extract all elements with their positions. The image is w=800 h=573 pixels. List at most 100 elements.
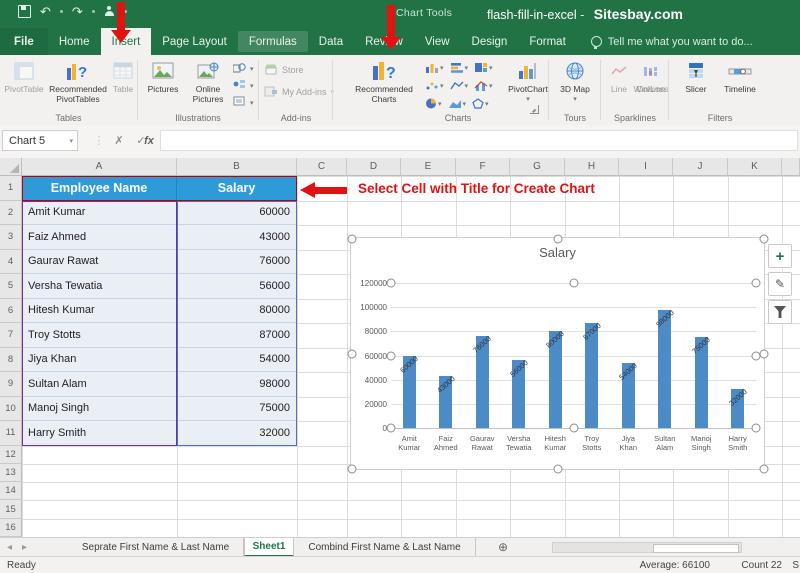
row-header-8[interactable]: 8 [0, 348, 22, 373]
cell-b11[interactable]: 32000 [177, 421, 297, 446]
winloss-button[interactable]: Win/Loss [636, 59, 666, 95]
select-all-corner[interactable] [0, 158, 22, 176]
column-header-E[interactable]: E [401, 158, 456, 176]
recommended-charts-button[interactable]: ? Recommended Charts [352, 59, 416, 104]
insert-scatter-chart-button[interactable]: ▾ [425, 80, 444, 91]
column-header-J[interactable]: J [673, 158, 728, 176]
cell-a5[interactable]: Versha Tewatia [22, 274, 177, 299]
row-header-11[interactable]: 11 [0, 421, 22, 446]
3d-map-button[interactable]: 3D Map ▾ [558, 59, 592, 104]
column-header-D[interactable]: D [347, 158, 401, 176]
chart-title[interactable]: Salary [351, 245, 764, 260]
chart-selection-handle[interactable] [387, 279, 396, 288]
chart-styles-button[interactable]: ✎ [768, 272, 792, 296]
salary-chart[interactable]: Salary0200004000060000800001000001200006… [350, 237, 765, 470]
chart-selection-handle[interactable] [760, 465, 769, 474]
chart-selection-handle[interactable] [554, 235, 563, 244]
cancel-icon[interactable]: ✗ [108, 130, 130, 151]
online-pictures-button[interactable]: Online Pictures [185, 59, 231, 104]
cell-b5[interactable]: 56000 [177, 274, 297, 299]
name-box-dropdown-icon[interactable]: ▾ [69, 137, 73, 145]
chart-selection-handle[interactable] [554, 465, 563, 474]
chart-filters-button[interactable] [768, 300, 792, 324]
chart-selection-handle[interactable] [387, 424, 396, 433]
ribbon-tab-home[interactable]: Home [48, 28, 101, 55]
next-sheet-icon[interactable]: ▸ [22, 542, 27, 553]
ribbon-tab-data[interactable]: Data [308, 28, 354, 55]
cell-b4[interactable]: 76000 [177, 250, 297, 275]
insert-line-chart-button[interactable]: ▾ [450, 80, 469, 91]
chart-selection-handle[interactable] [569, 424, 578, 433]
ribbon-tab-format[interactable]: Format [518, 28, 576, 55]
column-header-H[interactable]: H [565, 158, 619, 176]
row-header-4[interactable]: 4 [0, 250, 22, 275]
column-header-C[interactable]: C [297, 158, 347, 176]
slicer-button[interactable]: Slicer [678, 59, 714, 95]
pivotchart-button[interactable]: PivotChart ▾ [510, 59, 546, 104]
chart-selection-handle[interactable] [348, 350, 357, 359]
row-header-16[interactable]: 16 [0, 519, 22, 537]
cell-a3[interactable]: Faiz Ahmed [22, 225, 177, 250]
column-header-G[interactable]: G [510, 158, 565, 176]
undo-icon[interactable]: ↶ [40, 5, 51, 18]
redo-dropdown-icon[interactable] [92, 10, 95, 13]
cell-b3[interactable]: 43000 [177, 225, 297, 250]
insert-pie-chart-button[interactable]: ▾ [425, 98, 442, 109]
insert-bar-chart-button[interactable]: ▾ [450, 62, 469, 73]
row-header-7[interactable]: 7 [0, 323, 22, 348]
insert-area-chart-button[interactable]: ▾ [448, 98, 467, 109]
row-header-1[interactable]: 1 [0, 176, 22, 201]
row-header-15[interactable]: 15 [0, 500, 22, 518]
pivottable-button[interactable]: PivotTable [3, 59, 45, 95]
row-header-2[interactable]: 2 [0, 201, 22, 226]
formula-input[interactable] [160, 130, 798, 151]
sheet-tab-separate[interactable]: Seprate First Name & Last Name [68, 538, 244, 557]
row-header-10[interactable]: 10 [0, 397, 22, 422]
column-header-K[interactable]: K [728, 158, 782, 176]
person-icon[interactable] [104, 6, 115, 17]
ribbon-tab-formulas[interactable]: Formulas [238, 31, 308, 52]
cell-b7[interactable]: 87000 [177, 323, 297, 348]
insert-hierarchy-chart-button[interactable]: ▾ [474, 62, 493, 73]
column-header-partial[interactable] [782, 158, 800, 176]
undo-dropdown-icon[interactable] [60, 10, 63, 13]
chart-selection-handle[interactable] [752, 279, 761, 288]
chart-selection-handle[interactable] [348, 235, 357, 244]
pictures-button[interactable]: Pictures [143, 59, 183, 95]
new-sheet-icon[interactable]: ⊕ [498, 540, 508, 554]
chart-selection-handle[interactable] [569, 279, 578, 288]
row-header-5[interactable]: 5 [0, 274, 22, 299]
ribbon-tab-view[interactable]: View [414, 28, 461, 55]
row-header-13[interactable]: 13 [0, 464, 22, 482]
cell-a1[interactable]: Employee Name [22, 176, 177, 201]
chart-selection-handle[interactable] [760, 350, 769, 359]
column-header-F[interactable]: F [456, 158, 510, 176]
ribbon-tab-file[interactable]: File [0, 28, 48, 55]
cell-b9[interactable]: 98000 [177, 372, 297, 397]
insert-radar-chart-button[interactable]: ▾ [472, 98, 489, 109]
sheet-tab-combind[interactable]: Combind First Name & Last Name [294, 538, 476, 557]
chart-selection-handle[interactable] [752, 351, 761, 360]
insert-function-icon[interactable]: fx [138, 130, 160, 151]
timeline-button[interactable]: Timeline [718, 59, 762, 95]
column-header-B[interactable]: B [177, 158, 297, 176]
chart-selection-handle[interactable] [387, 351, 396, 360]
cell-a10[interactable]: Manoj Singh [22, 397, 177, 422]
save-icon[interactable] [18, 5, 31, 18]
cell-a9[interactable]: Sultan Alam [22, 372, 177, 397]
row-header-6[interactable]: 6 [0, 299, 22, 324]
store-button[interactable]: Store [264, 63, 304, 77]
cell-b8[interactable]: 54000 [177, 348, 297, 373]
insert-column-chart-button[interactable]: ▾ [425, 62, 444, 73]
row-header-3[interactable]: 3 [0, 225, 22, 250]
ribbon-tab-design[interactable]: Design [461, 28, 519, 55]
tell-me-box[interactable]: Tell me what you want to do... [577, 28, 753, 55]
chart-elements-button[interactable]: + [768, 244, 792, 268]
cell-a11[interactable]: Harry Smith [22, 421, 177, 446]
cell-a8[interactable]: Jiya Khan [22, 348, 177, 373]
redo-icon[interactable]: ↷ [72, 5, 83, 18]
column-header-I[interactable]: I [619, 158, 673, 176]
column-header-A[interactable]: A [22, 158, 177, 176]
shapes-button[interactable]: ▾ [233, 62, 254, 75]
cell-a4[interactable]: Gaurav Rawat [22, 250, 177, 275]
